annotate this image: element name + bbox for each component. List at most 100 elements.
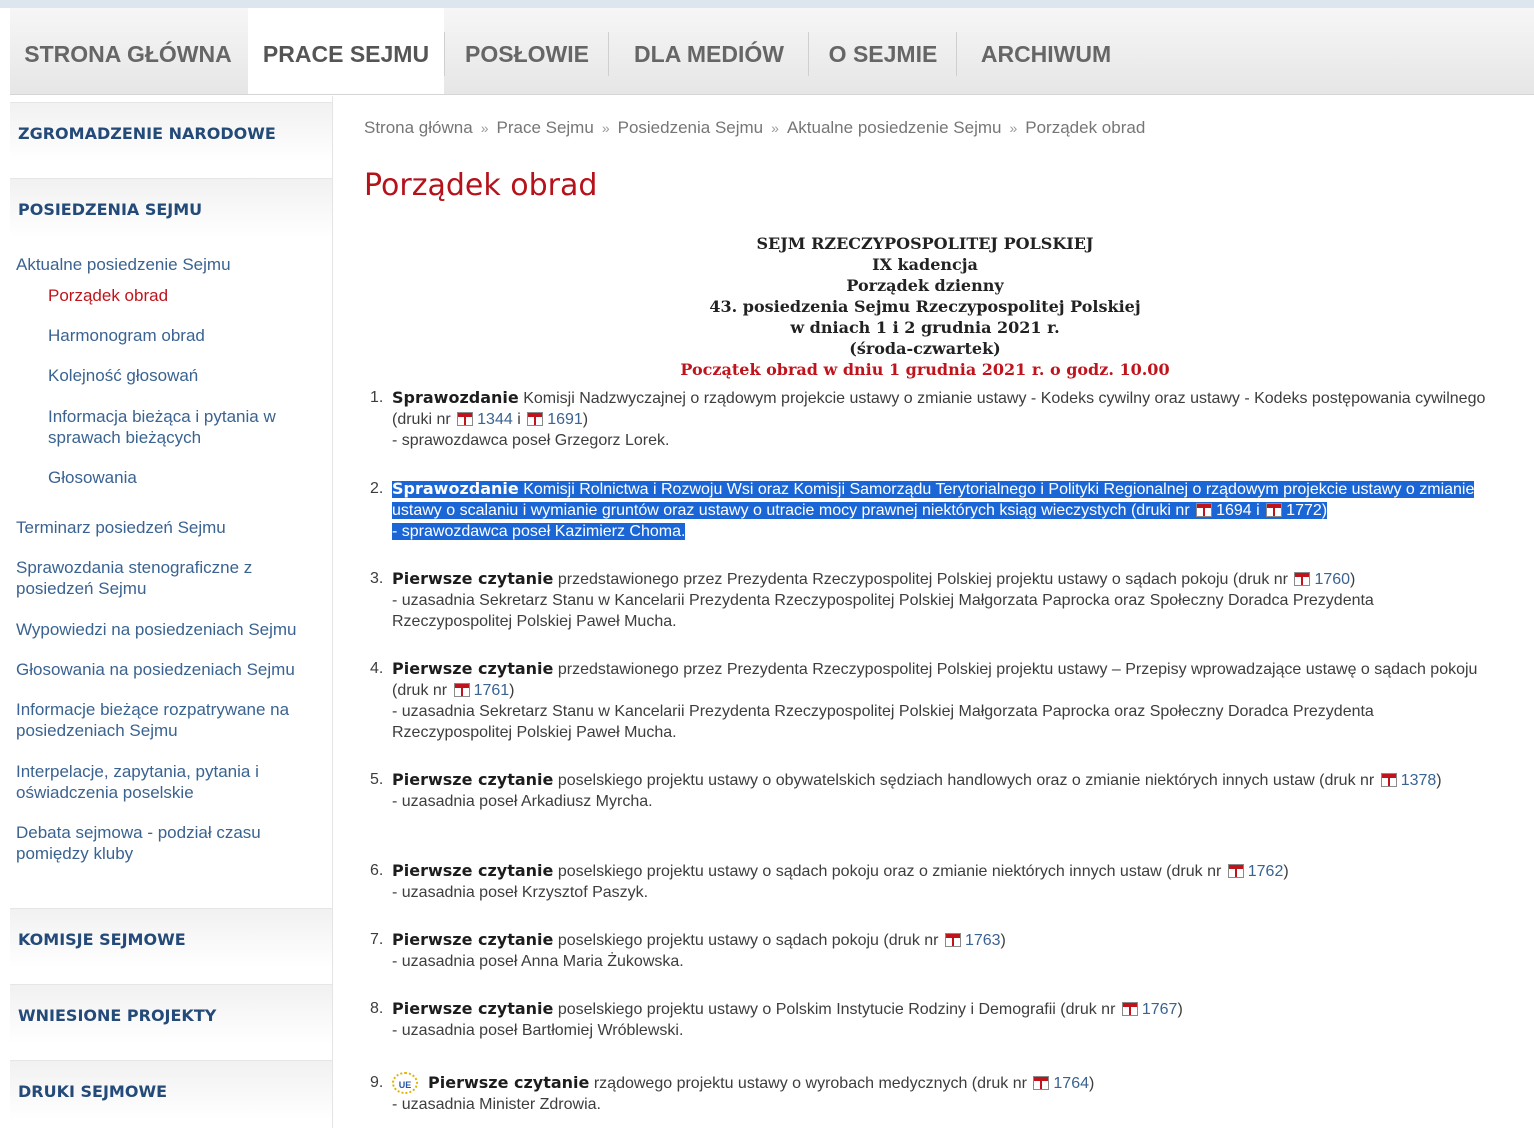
sidebar: ZGROMADZENIE NARODOWE POSIEDZENIA SEJMU … [10,96,333,1128]
pdf-icon [1121,1002,1138,1016]
nav-archiwum[interactable]: ARCHIWUM [958,8,1134,94]
sidebar-link-terminarz[interactable]: Terminarz posiedzeń Sejmu [16,517,306,538]
agenda-type: Sprawozdanie [392,479,519,498]
agenda-type: Pierwsze czytanie [428,1073,590,1092]
breadcrumb-item[interactable]: Aktualne posiedzenie Sejmu [787,118,1002,137]
print-link[interactable]: 1772 [1264,502,1322,519]
breadcrumb-current: Porządek obrad [1025,118,1146,137]
print-link[interactable]: 1763 [943,932,1001,949]
agenda-reporter: - uzasadnia poseł Krzysztof Paszyk. [392,884,649,901]
agenda-number: 2. [370,480,384,497]
sidebar-section-komisje[interactable]: KOMISJE SEJMOWE [10,908,332,968]
agenda-reporter: - uzasadnia Minister Zdrowia. [392,1096,601,1113]
sidebar-link-wypowiedzi[interactable]: Wypowiedzi na posiedzeniach Sejmu [16,619,306,640]
session-start-time: Początek obrad w dniu 1 grudnia 2021 r. … [680,360,1170,379]
breadcrumb-separator: » [1009,120,1018,136]
sidebar-link-debata[interactable]: Debata sejmowa - podział czasu pomiędzy … [16,822,306,864]
print-link[interactable]: 1762 [1226,863,1283,880]
print-link[interactable]: 1760 [1292,571,1350,588]
selected-text[interactable]: Sprawozdanie Komisji Rolnictwa i Rozwoju… [392,479,1475,519]
agenda-number: 5. [370,771,384,788]
print-link[interactable]: 1767 [1120,1001,1177,1018]
pdf-icon [1196,503,1213,517]
agenda-number: 8. [370,1000,384,1017]
nav-dla-mediow[interactable]: DLA MEDIÓW [610,8,808,94]
agenda-reporter: - uzasadnia Sekretarz Stanu w Kancelarii… [392,592,1374,630]
nav-o-sejmie[interactable]: O SEJMIE [810,8,956,94]
agenda-type: Pierwsze czytanie [392,861,554,880]
agenda-item: 8. Pierwsze czytanie poselskiego projekt… [370,998,1486,1041]
eu-badge-icon: UE [392,1072,418,1094]
print-link[interactable]: 1694 [1194,502,1252,519]
agenda-number: 7. [370,931,384,948]
sidebar-link-sprawozdania[interactable]: Sprawozdania stenograficzne z posiedzeń … [16,557,306,599]
agenda-number: 3. [370,570,384,587]
sidebar-section-posiedzenia[interactable]: POSIEDZENIA SEJMU [10,178,332,238]
agenda-type: Pierwsze czytanie [392,569,554,588]
heading-line: w dniach 1 i 2 grudnia 2021 r. [790,318,1060,337]
breadcrumb-separator: » [601,120,610,136]
breadcrumb: Strona główna » Prace Sejmu » Posiedzenia Se… [364,118,1145,142]
sidebar-link-aktualne-posiedzenie[interactable]: Aktualne posiedzenie Sejmu [16,254,306,275]
agenda-type: Pierwsze czytanie [392,659,554,678]
print-link[interactable]: 1378 [1379,772,1436,789]
sidebar-link-interpelacje[interactable]: Interpelacje, zapytania, pytania i oświa… [16,761,306,803]
agenda-type: Pierwsze czytanie [392,999,554,1018]
breadcrumb-item[interactable]: Prace Sejmu [496,118,593,137]
agenda-item: 3. Pierwsze czytanie przedstawionego prz… [370,568,1486,632]
heading-line: Porządek dzienny [846,276,1004,295]
agenda-text: przedstawionego przez Prezydenta Rzeczyp… [557,571,1288,588]
breadcrumb-separator: » [480,120,489,136]
agenda-reporter: - sprawozdawca poseł Grzegorz Lorek. [392,432,670,449]
nav-separator [608,32,609,76]
pdf-icon [1227,864,1244,878]
pdf-icon [1294,572,1311,586]
nav-separator [956,32,957,76]
agenda-text: przedstawionego przez Prezydenta Rzeczyp… [392,661,1478,699]
heading-line: (środa-czwartek) [849,339,1001,358]
sidebar-link-porzadek-obrad[interactable]: Porządek obrad [48,285,298,306]
agenda-item: 7. Pierwsze czytanie poselskiego projekt… [370,929,1486,972]
agenda-text: rządowego projektu ustawy o wyrobach med… [593,1075,1027,1092]
agenda-text: poselskiego projektu ustawy o sądach pok… [557,863,1222,880]
agenda-reporter: - uzasadnia poseł Arkadiusz Myrcha. [392,793,653,810]
pdf-icon [453,683,470,697]
agenda-type: Pierwsze czytanie [392,770,554,789]
sidebar-link-informacja-biezaca[interactable]: Informacja bieżąca i pytania w sprawach … [48,406,298,448]
sidebar-link-kolejnosc-glosowan[interactable]: Kolejność głosowań [48,365,298,386]
nav-poslowie[interactable]: POSŁOWIE [446,8,608,94]
sidebar-section-zgromadzenie[interactable]: ZGROMADZENIE NARODOWE [10,102,332,162]
agenda-type: Sprawozdanie [392,388,519,407]
print-link[interactable]: 1691 [525,411,583,428]
pdf-icon [1033,1076,1050,1090]
breadcrumb-separator: » [771,120,779,136]
sidebar-section-projekty[interactable]: WNIESIONE PROJEKTY [10,984,332,1044]
top-strip [0,0,1534,8]
sidebar-link-glosowania-posiedzenia[interactable]: Głosowania na posiedzeniach Sejmu [16,659,306,680]
print-link[interactable]: 1344 [455,411,513,428]
nav-prace-sejmu[interactable]: PRACE SEJMU [248,8,444,94]
nav-strona-glowna[interactable]: STRONA GŁÓWNA [10,8,246,94]
agenda-number: 4. [370,660,384,677]
agenda-text: poselskiego projektu ustawy o Polskim In… [557,1001,1116,1018]
sidebar-link-glosowania[interactable]: Głosowania [48,467,298,488]
heading-line: SEJM RZECZYPOSPOLITEJ POLSKIEJ [756,234,1094,253]
agenda-connector: i [517,411,521,428]
agenda-text: poselskiego projektu ustawy o obywatelsk… [557,772,1375,789]
agenda-reporter: - sprawozdawca poseł Kazimierz Choma. [392,523,686,540]
heading-line: IX kadencja [872,255,978,274]
print-link[interactable]: 1764 [1031,1075,1089,1092]
page-title: Porządek obrad [364,168,598,203]
breadcrumb-item[interactable]: Posiedzenia Sejmu [618,118,764,137]
pdf-icon [1380,773,1397,787]
sidebar-link-harmonogram[interactable]: Harmonogram obrad [48,325,298,346]
agenda-reporter: - uzasadnia poseł Anna Maria Żukowska. [392,953,684,970]
breadcrumb-item[interactable]: Strona główna [364,118,473,137]
agenda-reporter: - uzasadnia Sekretarz Stanu w Kancelarii… [392,703,1374,741]
heading-line: 43. posiedzenia Sejmu Rzeczypospolitej P… [709,297,1141,316]
sidebar-section-druki[interactable]: DRUKI SEJMOWE [10,1060,332,1120]
sidebar-link-informacje-biezace[interactable]: Informacje bieżące rozpatrywane na posie… [16,699,306,741]
agenda-item: 9. UE Pierwsze czytanie rządowego projekt… [370,1072,1486,1115]
print-link[interactable]: 1761 [452,682,509,699]
nav-separator [808,32,809,76]
